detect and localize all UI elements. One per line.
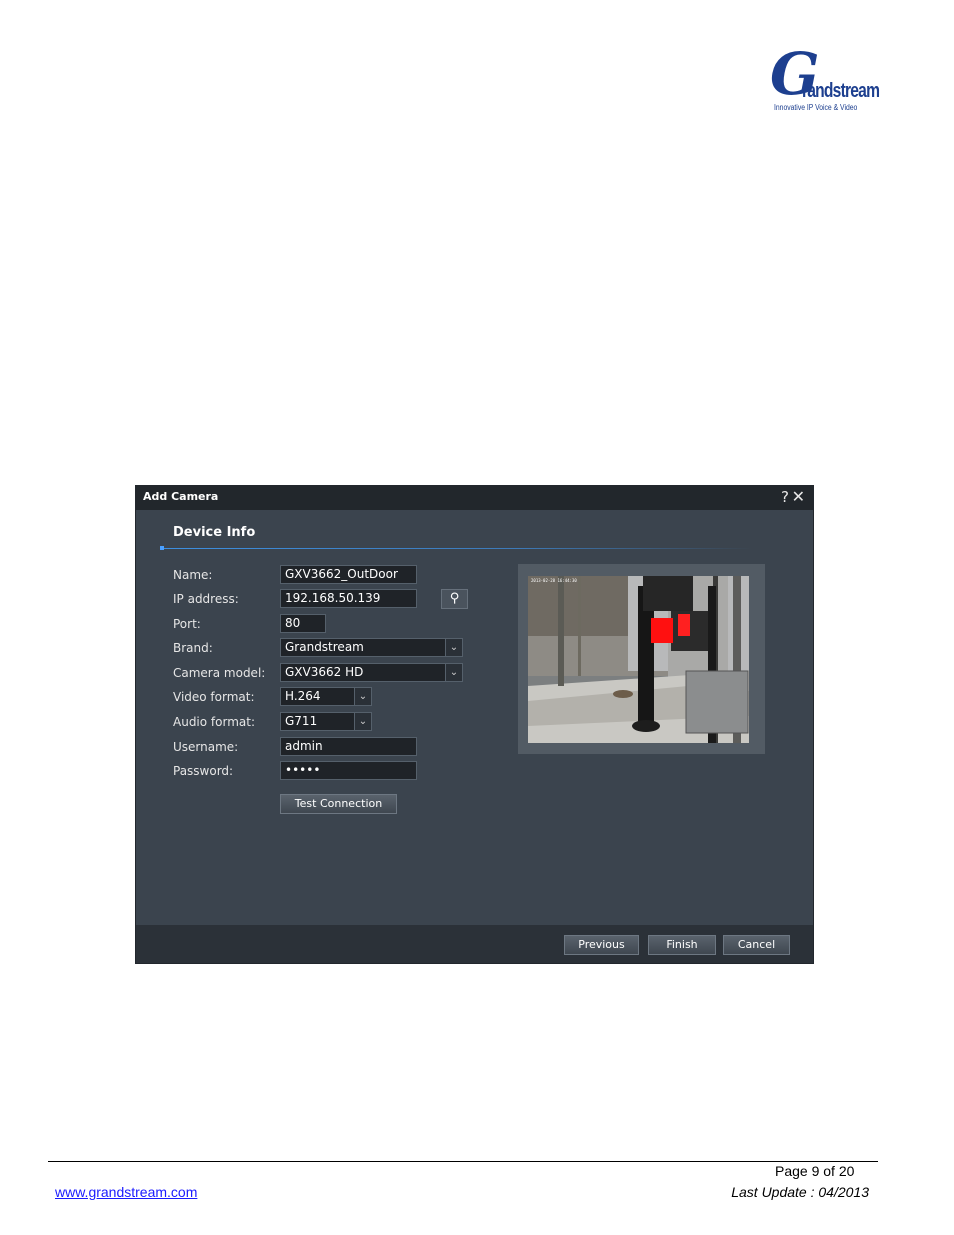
add-camera-dialog: Add Camera ? ✕ Device Info Name: IP addr… — [135, 485, 814, 964]
chevron-down-icon: ⌄ — [445, 639, 462, 656]
brand-label: Brand: — [173, 641, 213, 655]
password-label: Password: — [173, 764, 234, 778]
section-marker — [160, 546, 164, 550]
camera-overlay-text: 2013-02-28 16:44:30 — [531, 578, 577, 583]
port-label: Port: — [173, 617, 201, 631]
previous-button[interactable]: Previous — [564, 935, 639, 955]
logo-wordmark: randstream — [802, 80, 880, 102]
brand-value: Grandstream — [285, 640, 364, 654]
page-number: Page 9 of 20 — [775, 1163, 855, 1179]
dialog-title: Add Camera — [143, 490, 219, 503]
grandstream-logo: G randstream Innovative IP Voice & Video — [768, 45, 880, 115]
ip-address-value: 192.168.50.139 — [285, 591, 381, 605]
audio-format-label: Audio format: — [173, 715, 256, 729]
dialog-footer: Previous Finish Cancel — [136, 925, 813, 963]
ip-address-label: IP address: — [173, 592, 239, 606]
close-icon[interactable]: ✕ — [792, 487, 805, 506]
username-input[interactable]: admin — [280, 737, 417, 756]
port-input[interactable]: 80 — [280, 614, 326, 633]
chevron-down-icon: ⌄ — [354, 713, 371, 730]
magnifier-icon[interactable]: ⚲ — [441, 589, 468, 609]
video-format-label: Video format: — [173, 690, 255, 704]
camera-preview-panel: 2013-02-28 16:44:30 — [518, 564, 765, 754]
last-update: Last Update : 04/2013 — [731, 1184, 869, 1200]
username-label: Username: — [173, 740, 239, 754]
website-link[interactable]: www.grandstream.com — [55, 1184, 197, 1200]
dialog-titlebar: Add Camera ? ✕ — [136, 486, 813, 510]
brand-select[interactable]: Grandstream ⌄ — [280, 638, 463, 657]
footer-divider — [48, 1161, 878, 1162]
video-format-select[interactable]: H.264 ⌄ — [280, 687, 372, 706]
password-input[interactable]: ••••• — [280, 761, 417, 780]
audio-format-value: G711 — [285, 714, 318, 728]
name-label: Name: — [173, 568, 213, 582]
logo-tagline: Innovative IP Voice & Video — [774, 103, 858, 112]
name-input[interactable]: GXV3662_OutDoor — [280, 565, 417, 584]
test-connection-button[interactable]: Test Connection — [280, 794, 397, 814]
audio-format-select[interactable]: G711 ⌄ — [280, 712, 372, 731]
section-divider — [162, 548, 752, 549]
chevron-down-icon: ⌄ — [354, 688, 371, 705]
camera-model-select[interactable]: GXV3662 HD ⌄ — [280, 663, 463, 682]
username-value: admin — [285, 739, 323, 753]
camera-preview-image: 2013-02-28 16:44:30 — [528, 576, 749, 743]
port-value: 80 — [285, 616, 301, 630]
name-value: GXV3662_OutDoor — [285, 567, 398, 581]
ip-address-input[interactable]: 192.168.50.139 — [280, 589, 417, 608]
question-mark-icon[interactable]: ? — [781, 488, 789, 506]
chevron-down-icon: ⌄ — [445, 664, 462, 681]
password-value: ••••• — [285, 763, 321, 777]
camera-model-value: GXV3662 HD — [285, 665, 364, 679]
cancel-button[interactable]: Cancel — [723, 935, 790, 955]
camera-model-label: Camera model: — [173, 666, 266, 680]
section-title: Device Info — [173, 525, 256, 540]
finish-button[interactable]: Finish — [648, 935, 716, 955]
video-format-value: H.264 — [285, 689, 321, 703]
